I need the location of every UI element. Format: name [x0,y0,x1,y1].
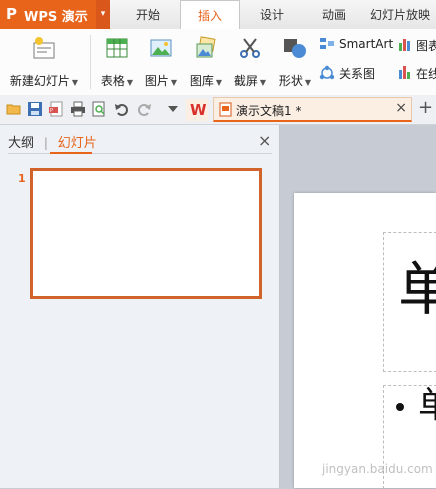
relation-diagram-button[interactable]: 关系图 [319,64,389,82]
chevron-down-icon: ▼ [304,78,312,87]
gallery-icon [196,36,216,58]
picture-icon [150,39,172,57]
tab-insert[interactable]: 插入 [180,0,240,31]
save-icon[interactable] [27,101,43,117]
gallery-button[interactable]: 图库 ▼ [184,31,228,93]
undo-icon[interactable] [114,101,130,117]
table-icon [106,38,128,58]
new-tab-icon[interactable]: + [418,97,433,118]
chart-button[interactable]: 图表 [398,36,436,54]
chevron-down-icon: ▼ [71,78,79,87]
tab-slideshow[interactable]: 幻灯片放映 [370,0,436,29]
presentation-file-icon [219,102,232,117]
wps-logo-icon: P [6,5,17,23]
bar-chart-icon [399,39,410,51]
smartart-button[interactable]: SmartArt [319,36,395,54]
scissors-icon [240,38,260,58]
shapes-button[interactable]: 形状 ▼ [274,31,316,93]
tab-home[interactable]: 开始 [122,0,174,29]
chevron-down-icon: ▼ [215,78,223,87]
bullet-icon [396,403,404,411]
table-button[interactable]: 表格 ▼ [96,31,138,93]
active-tab-indicator [50,152,92,154]
document-tab-title: 演示文稿1 * [236,104,302,118]
watermark: jingyan.baidu.com [322,462,433,476]
picture-button[interactable]: 图片 ▼ [140,31,182,93]
chevron-down-icon: ▼ [126,78,134,87]
smartart-label: SmartArt [339,37,394,51]
table-label: 表格 [100,74,125,88]
shapes-icon [284,39,306,58]
pane-divider-line [8,153,272,154]
ribbon-divider [90,35,91,89]
app-menu-dropdown-icon[interactable]: ▾ [96,0,110,29]
picture-label: 图片 [144,74,169,88]
tab-animation[interactable]: 动画 [308,0,360,29]
open-folder-icon[interactable] [6,101,22,117]
redo-icon[interactable] [136,101,152,117]
export-pdf-icon[interactable]: P [48,101,64,117]
tab-design[interactable]: 设计 [246,0,298,29]
close-tab-icon[interactable]: × [395,100,407,116]
slide-body-text: 单 [418,388,436,424]
tab-slides[interactable]: 幻灯片 [58,136,97,151]
slide-thumbnail[interactable] [30,168,262,299]
shapes-label: 形状 [278,74,303,88]
screenshot-button[interactable]: 截屏 ▼ [230,31,270,93]
online-label: 在线 [416,67,436,81]
app-name: WPS 演示 [24,10,88,25]
print-preview-icon[interactable] [91,101,107,117]
relation-diagram-icon [319,65,335,80]
new-slide-button[interactable]: 新建幻灯片 ▼ [4,31,84,93]
screenshot-label: 截屏 [233,74,258,88]
slide-number: 1 [18,172,26,185]
pane-tabs: 大纲 | 幻灯片 [8,132,97,152]
online-chart-icon [399,66,410,79]
wps-home-button[interactable]: W [186,99,208,121]
chevron-down-icon: ▼ [259,78,267,87]
close-pane-icon[interactable]: × [258,131,271,150]
online-button[interactable]: 在线 [398,64,436,82]
gallery-label: 图库 [189,74,214,88]
app-menu-button[interactable]: P WPS 演示 [0,0,96,29]
new-slide-icon [33,37,55,59]
svg-text:P: P [50,108,53,114]
chart-label: 图表 [416,39,436,53]
relation-diagram-label: 关系图 [339,67,376,81]
tab-outline[interactable]: 大纲 [8,136,34,151]
new-slide-label: 新建幻灯片 [9,74,70,88]
smartart-icon [320,38,334,49]
print-icon[interactable] [70,101,86,117]
pane-tab-divider: | [43,136,48,150]
document-tab[interactable]: 演示文稿1 * × [213,97,412,122]
wps-logo-icon: W [190,101,207,119]
chevron-down-icon: ▼ [170,78,178,87]
slide-title-text: 单 [398,255,436,323]
customize-toolbar-dropdown-icon[interactable] [167,105,179,113]
